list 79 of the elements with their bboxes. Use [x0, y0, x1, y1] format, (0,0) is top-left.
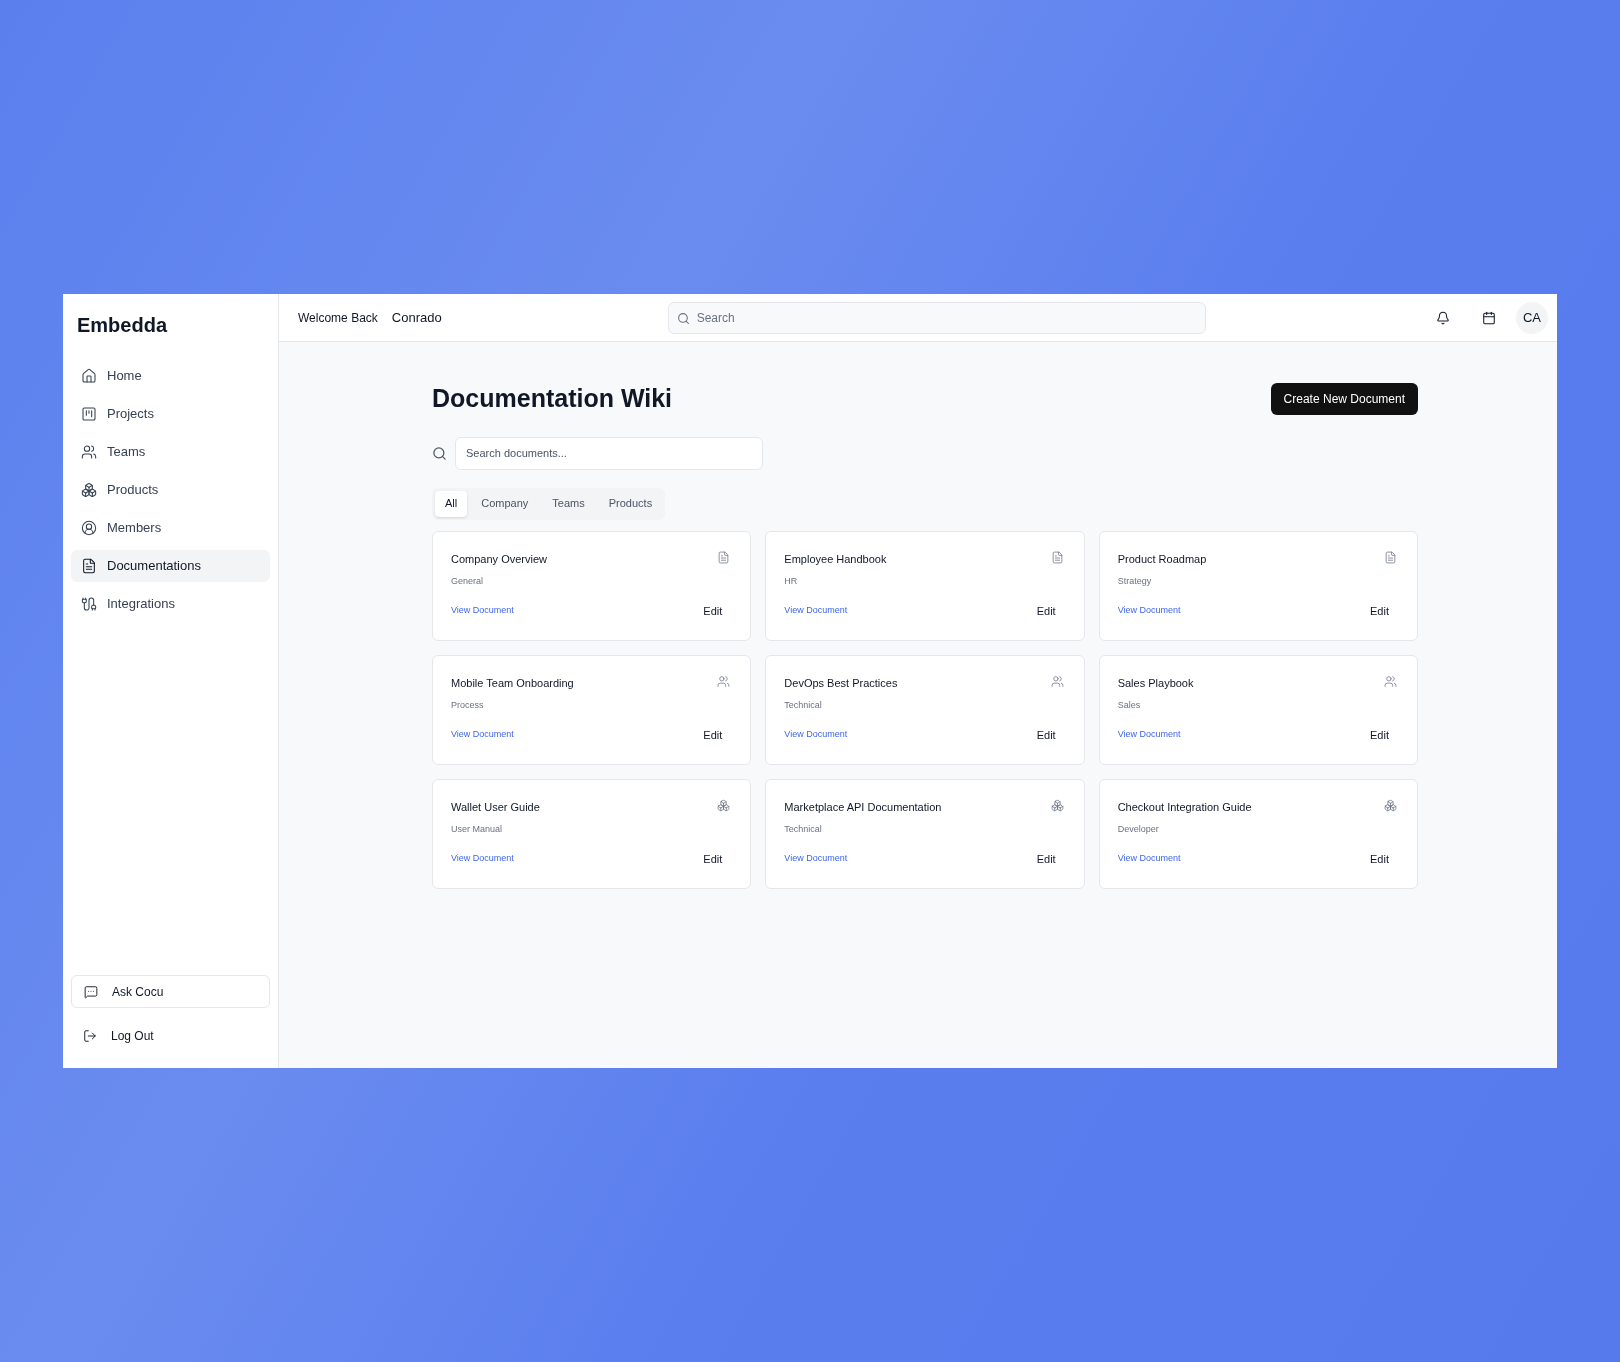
- page-title: Documentation Wiki: [432, 383, 673, 414]
- calendar-icon[interactable]: [1482, 310, 1496, 325]
- document-icon: [717, 550, 731, 564]
- filter-tab[interactable]: Products: [598, 490, 663, 517]
- search-icon: [432, 445, 447, 461]
- document-title: Mobile Team Onboarding: [451, 675, 574, 691]
- view-document-link[interactable]: View Document: [451, 728, 514, 742]
- filter-tab[interactable]: All: [435, 490, 468, 517]
- document-category: User Manual: [451, 823, 504, 836]
- edit-button[interactable]: Edit: [703, 726, 723, 743]
- sidebar-item[interactable]: Members: [71, 512, 270, 544]
- view-document-link[interactable]: View Document: [784, 604, 848, 618]
- welcome-text: Welcome Back: [298, 309, 378, 327]
- cable-icon: [81, 596, 97, 612]
- document-search-field[interactable]: Search documents...: [455, 436, 763, 470]
- sidebar-item[interactable]: Documentations: [71, 550, 270, 582]
- search-icon: [676, 311, 690, 325]
- document-icon: [81, 558, 97, 574]
- document-category: General: [451, 575, 485, 588]
- edit-button[interactable]: Edit: [1036, 602, 1056, 619]
- avatar[interactable]: CA: [1516, 301, 1548, 334]
- document-category: Strategy: [1117, 575, 1153, 588]
- boxes-icon: [81, 482, 97, 498]
- view-document-link[interactable]: View Document: [451, 604, 514, 618]
- sidebar-item[interactable]: Home: [71, 360, 270, 392]
- document-title: Product Roadmap: [1117, 551, 1207, 567]
- edit-button[interactable]: Edit: [1036, 726, 1056, 743]
- kanban-icon: [81, 406, 97, 422]
- view-document-link[interactable]: View Document: [451, 852, 514, 866]
- edit-button[interactable]: Edit: [1036, 850, 1056, 867]
- users-icon: [717, 674, 731, 688]
- document-title: Wallet User Guide: [451, 799, 540, 815]
- boxes-icon: [1050, 798, 1064, 812]
- document-category: HR: [784, 575, 799, 588]
- document-title: DevOps Best Practices: [784, 675, 898, 691]
- edit-button[interactable]: Edit: [703, 850, 723, 867]
- home-icon: [81, 368, 97, 384]
- view-document-link[interactable]: View Document: [1117, 728, 1181, 742]
- edit-button[interactable]: Edit: [703, 602, 723, 619]
- ask-button[interactable]: Ask Cocu: [71, 975, 270, 1008]
- document-title: Marketplace API Documentation: [784, 799, 942, 815]
- sidebar-item[interactable]: Integrations: [71, 588, 270, 620]
- edit-button[interactable]: Edit: [1370, 726, 1389, 743]
- boxes-icon: [717, 798, 731, 812]
- document-category: Technical: [784, 823, 823, 836]
- document-category: Sales: [1117, 699, 1142, 712]
- document-category: Technical: [784, 699, 823, 712]
- view-document-link[interactable]: View Document: [1117, 604, 1181, 618]
- sidebar-item[interactable]: Products: [71, 474, 270, 506]
- document-category: Process: [451, 699, 485, 712]
- user-name: Conrado: [391, 308, 442, 327]
- view-document-link[interactable]: View Document: [784, 852, 848, 866]
- filter-tab[interactable]: Teams: [542, 490, 595, 517]
- document-title: Sales Playbook: [1117, 675, 1194, 691]
- users-icon: [1050, 674, 1064, 688]
- search-field[interactable]: Search: [667, 301, 1206, 334]
- document-icon: [1384, 550, 1397, 564]
- sidebar-item[interactable]: Teams: [71, 436, 270, 468]
- view-document-link[interactable]: View Document: [784, 728, 848, 742]
- sidebar-item[interactable]: Projects: [71, 398, 270, 430]
- edit-button[interactable]: Edit: [1370, 602, 1389, 619]
- edit-button[interactable]: Edit: [1370, 850, 1389, 867]
- view-document-link[interactable]: View Document: [1117, 852, 1181, 866]
- logout-icon: [83, 1028, 97, 1043]
- document-title: Employee Handbook: [784, 551, 887, 567]
- document-category: Developer: [1117, 823, 1160, 836]
- logout-button[interactable]: Log Out: [71, 1019, 270, 1052]
- boxes-icon: [1384, 798, 1397, 812]
- users-icon: [1384, 674, 1397, 688]
- brand-logo: Embedda: [76, 313, 169, 338]
- filter-tab[interactable]: Company: [471, 490, 539, 517]
- document-icon: [1050, 550, 1064, 564]
- document-title: Checkout Integration Guide: [1117, 799, 1252, 815]
- document-title: Company Overview: [451, 551, 547, 567]
- chat-icon: [84, 984, 98, 999]
- user-circle-icon: [81, 520, 97, 536]
- users-icon: [81, 444, 97, 460]
- create-button[interactable]: Create New Document: [1270, 382, 1418, 415]
- bell-icon[interactable]: [1436, 310, 1450, 325]
